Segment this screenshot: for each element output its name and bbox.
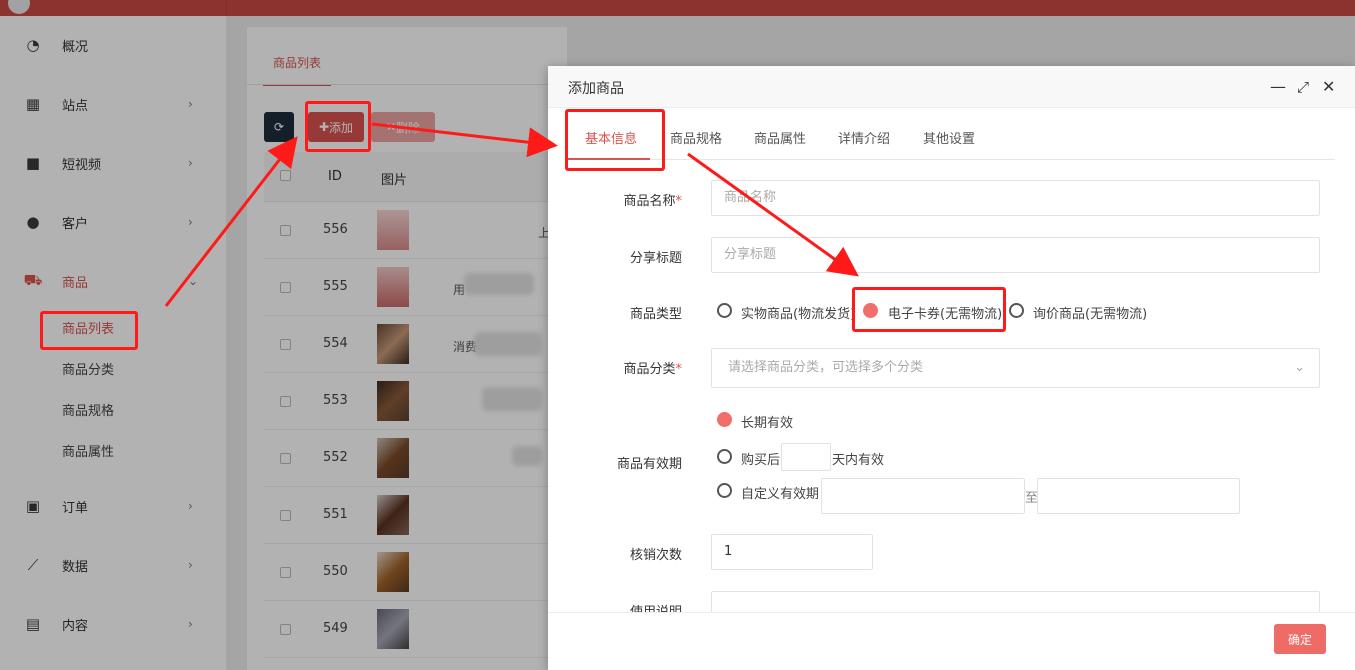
arrow-to-basic-info	[371, 122, 558, 158]
arrow-to-add-button	[164, 136, 298, 307]
arrow-to-ecard	[687, 152, 859, 277]
annotation-arrows	[164, 122, 859, 307]
